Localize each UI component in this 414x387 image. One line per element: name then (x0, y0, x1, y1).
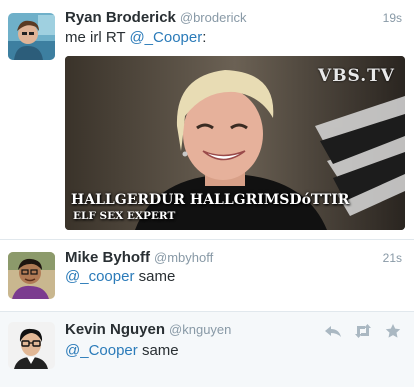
tweet-text: @_Cooper same (65, 342, 402, 360)
tweet-text-suffix: : (202, 29, 207, 46)
mention-link[interactable]: @_Cooper (65, 342, 138, 359)
tweet-text-suffix: same (137, 342, 179, 359)
timestamp[interactable]: 19s (383, 11, 402, 25)
retweet-icon[interactable] (354, 323, 372, 339)
author-name[interactable]: Mike Byhoff (65, 249, 150, 266)
avatar[interactable] (8, 322, 55, 369)
media-watermark: VBS.TV (318, 66, 395, 86)
star-icon[interactable] (384, 323, 402, 339)
media-image[interactable]: VBS.TV HALLGERDUR HALLGRIMSDóTTIR ELF SE… (65, 56, 405, 230)
tweet-text: @_cooper same (65, 268, 402, 286)
avatar[interactable] (8, 13, 55, 60)
tweet-header: Mike Byhoff @mbyhoff 21s (65, 249, 402, 269)
tweet-text: me irl RT @_Cooper: (65, 29, 402, 47)
tweet-text-prefix: me irl RT (65, 29, 130, 46)
media-caption-title: ELF SEX EXPERT (73, 210, 176, 222)
author-handle[interactable]: @mbyhoff (154, 250, 213, 265)
timestamp[interactable]: 21s (383, 251, 402, 265)
tweet-text-suffix: same (134, 268, 176, 285)
author-handle[interactable]: @broderick (180, 10, 247, 25)
tweet-header: Ryan Broderick @broderick 19s (65, 9, 402, 29)
author-name[interactable]: Ryan Broderick (65, 9, 176, 26)
avatar[interactable] (8, 252, 55, 299)
media-caption-name: HALLGERDUR HALLGRIMSDóTTIR (71, 192, 350, 208)
author-handle[interactable]: @knguyen (169, 322, 231, 337)
tweet-actions (324, 323, 402, 339)
mention-link[interactable]: @_Cooper (129, 29, 202, 46)
mention-link[interactable]: @_cooper (65, 268, 134, 285)
author-name[interactable]: Kevin Nguyen (65, 321, 165, 338)
reply-icon[interactable] (324, 323, 342, 339)
